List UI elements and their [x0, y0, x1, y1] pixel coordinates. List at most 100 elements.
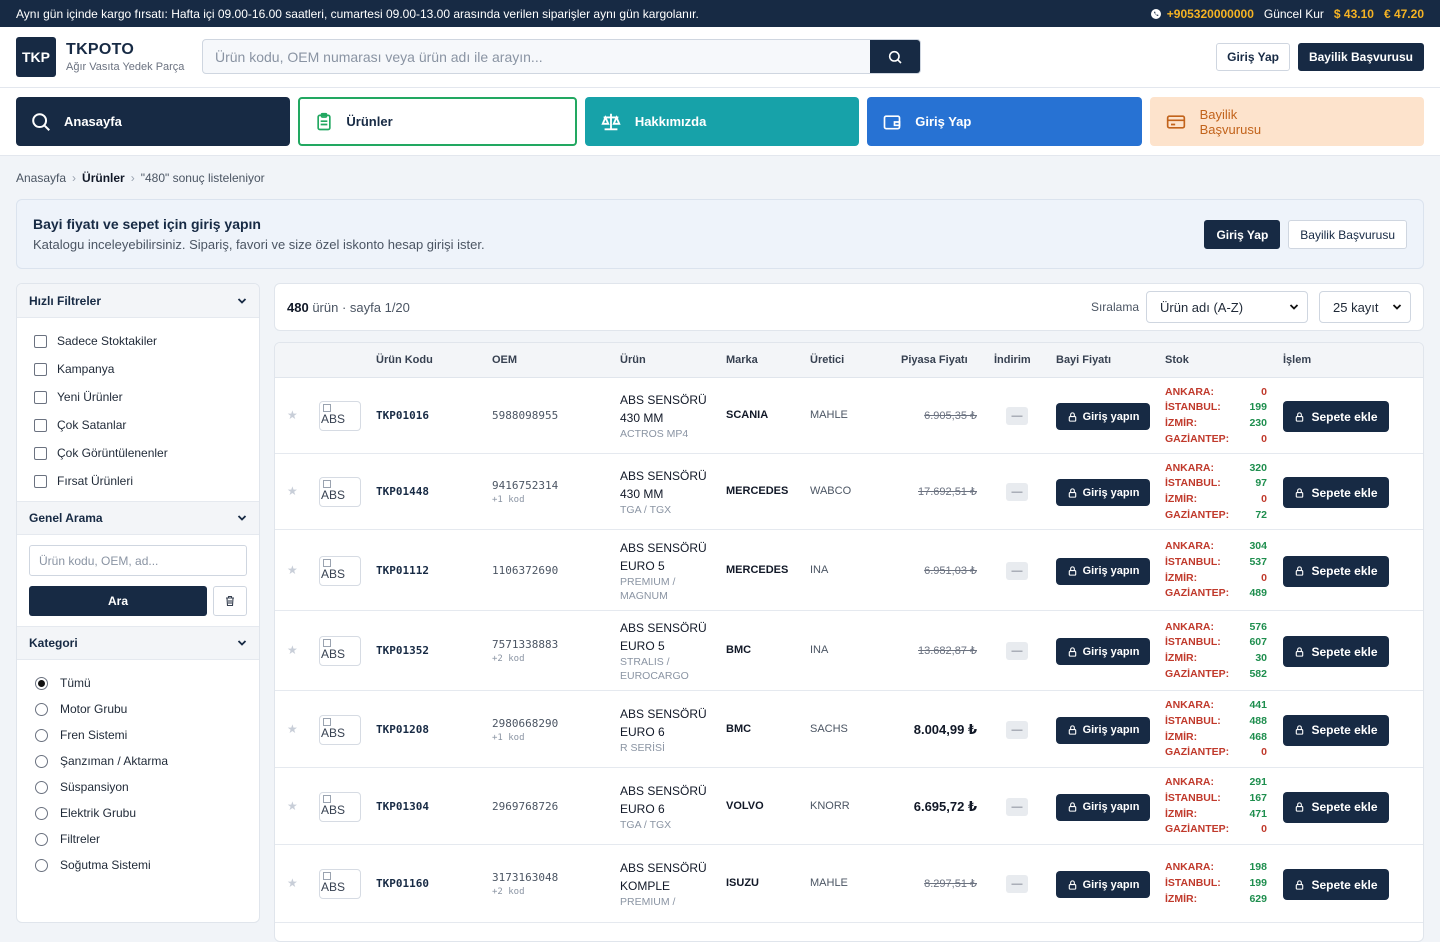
- nav-products[interactable]: Ürünler: [298, 97, 577, 146]
- product-name[interactable]: ABS SENSÖRÜ EURO 6 R SERİSİ: [620, 705, 715, 755]
- banner-dealer-button[interactable]: Bayilik Başvurusu: [1288, 220, 1407, 249]
- nav-dealer[interactable]: Bayilik Başvurusu: [1149, 97, 1425, 146]
- nav-about[interactable]: Hakkımızda: [584, 97, 860, 146]
- product-image[interactable]: ABS: [319, 869, 361, 899]
- category-option[interactable]: Elektrik Grubu: [17, 800, 259, 826]
- category-option[interactable]: Şanzıman / Aktarma: [17, 748, 259, 774]
- quick-filter-option[interactable]: Kampanya: [17, 355, 259, 383]
- category-label: Süspansiyon: [60, 780, 129, 794]
- sidebar-search-button[interactable]: Ara: [29, 586, 207, 616]
- add-to-cart-button[interactable]: Sepete ekle: [1283, 714, 1389, 746]
- checkbox[interactable]: [34, 362, 47, 376]
- quick-filter-option[interactable]: Çok Satanlar: [17, 411, 259, 439]
- product-name[interactable]: ABS SENSÖRÜ 430 MM ACTROS MP4: [620, 391, 715, 441]
- product-code[interactable]: TKP01352: [376, 644, 429, 657]
- header-login-button[interactable]: Giriş Yap: [1216, 43, 1290, 71]
- nav-home[interactable]: Anasayfa: [16, 97, 291, 146]
- category-label: Soğutma Sistemi: [60, 858, 151, 872]
- product-code[interactable]: TKP01112: [376, 564, 429, 577]
- dealer-price-login-button[interactable]: Giriş yapın: [1056, 638, 1150, 665]
- breadcrumb-home[interactable]: Anasayfa: [16, 171, 66, 185]
- breadcrumb-current[interactable]: Ürünler: [82, 171, 125, 185]
- product-code[interactable]: TKP01304: [376, 800, 429, 813]
- dealer-price-login-button[interactable]: Giriş yapın: [1056, 871, 1150, 898]
- category-option[interactable]: Tümü: [17, 670, 259, 696]
- checkbox[interactable]: [34, 390, 47, 404]
- favorite-star-icon[interactable]: ★: [287, 643, 298, 657]
- checkbox[interactable]: [34, 446, 47, 460]
- header-search-input[interactable]: [203, 40, 870, 73]
- clear-search-button[interactable]: [213, 586, 247, 616]
- radio-button[interactable]: [35, 754, 48, 768]
- radio-button[interactable]: [35, 676, 48, 690]
- radio-button[interactable]: [35, 858, 48, 872]
- dealer-price-login-button[interactable]: Giriş yapın: [1056, 479, 1150, 506]
- radio-button[interactable]: [35, 832, 48, 846]
- product-code[interactable]: TKP01160: [376, 877, 429, 890]
- radio-button[interactable]: [35, 702, 48, 716]
- product-image[interactable]: ABS: [319, 714, 361, 745]
- add-to-cart-button[interactable]: Sepete ekle: [1283, 401, 1389, 432]
- favorite-star-icon[interactable]: ★: [287, 876, 298, 890]
- product-name[interactable]: ABS SENSÖRÜ EURO 5 PREMIUM / MAGNUM: [620, 539, 715, 603]
- product-name[interactable]: ABS SENSÖRÜ EURO 6 TGA / TGX: [620, 782, 715, 832]
- brand[interactable]: TKPOTO Ağır Vasıta Yedek Parça: [66, 41, 202, 73]
- product-image[interactable]: ABS: [319, 636, 361, 666]
- add-to-cart-button[interactable]: Sepete ekle: [1283, 636, 1389, 667]
- product-image[interactable]: ABS: [319, 401, 361, 431]
- product-code[interactable]: TKP01016: [376, 409, 429, 422]
- sidebar-search-input[interactable]: Ürün kodu, OEM, ad...: [29, 545, 247, 576]
- product-code[interactable]: TKP01208: [376, 723, 429, 736]
- product-image[interactable]: ABS: [319, 791, 361, 822]
- lock-icon: [1068, 802, 1076, 812]
- quick-filter-option[interactable]: Yeni Ürünler: [17, 383, 259, 411]
- add-to-cart-button[interactable]: Sepete ekle: [1283, 555, 1389, 587]
- dealer-price-login-button[interactable]: Giriş yapın: [1056, 557, 1150, 585]
- sort-select[interactable]: Ürün adı (A-Z): [1146, 291, 1308, 323]
- favorite-star-icon[interactable]: ★: [287, 484, 298, 498]
- product-name[interactable]: ABS SENSÖRÜ KOMPLE PREMIUM /: [620, 859, 715, 909]
- header-search-button[interactable]: [870, 40, 920, 73]
- category-option[interactable]: Filtreler: [17, 826, 259, 852]
- category-option[interactable]: Motor Grubu: [17, 696, 259, 722]
- per-page-select[interactable]: 25 kayıt: [1319, 291, 1411, 323]
- nav-login[interactable]: Giriş Yap: [867, 97, 1142, 146]
- product-code[interactable]: TKP01448: [376, 485, 429, 498]
- product-image[interactable]: ABS: [319, 555, 361, 586]
- product-name[interactable]: ABS SENSÖRÜ 430 MM TGA / TGX: [620, 467, 715, 517]
- add-to-cart-button[interactable]: Sepete ekle: [1283, 869, 1389, 900]
- category-option[interactable]: Soğutma Sistemi: [17, 852, 259, 878]
- favorite-star-icon[interactable]: ★: [287, 722, 298, 736]
- stock-city: ANKARA:: [1165, 776, 1214, 789]
- general-search-header[interactable]: Genel Arama: [17, 501, 259, 535]
- quick-filter-option[interactable]: Fırsat Ürünleri: [17, 467, 259, 495]
- checkbox[interactable]: [34, 418, 47, 432]
- quick-filter-option[interactable]: Sadece Stoktakiler: [17, 327, 259, 355]
- stock-city: İZMİR:: [1165, 807, 1198, 820]
- radio-button[interactable]: [35, 728, 48, 742]
- banner-login-button[interactable]: Giriş Yap: [1204, 220, 1281, 249]
- favorite-star-icon[interactable]: ★: [287, 563, 298, 577]
- radio-button[interactable]: [35, 780, 48, 794]
- checkbox[interactable]: [34, 474, 47, 488]
- header-dealer-button[interactable]: Bayilik Başvurusu: [1297, 43, 1424, 71]
- category-option[interactable]: Süspansiyon: [17, 774, 259, 800]
- dealer-price-login-button[interactable]: Giriş yapın: [1056, 403, 1150, 430]
- radio-button[interactable]: [35, 806, 48, 820]
- checkbox[interactable]: [34, 334, 47, 348]
- category-option[interactable]: Fren Sistemi: [17, 722, 259, 748]
- favorite-star-icon[interactable]: ★: [287, 408, 298, 422]
- favorite-star-icon[interactable]: ★: [287, 799, 298, 813]
- logo[interactable]: TKP: [16, 37, 56, 77]
- category-header[interactable]: Kategori: [17, 626, 259, 660]
- product-name[interactable]: ABS SENSÖRÜ EURO 5 STRALIS / EUROCARGO: [620, 619, 715, 683]
- quick-filter-option[interactable]: Çok Görüntülenenler: [17, 439, 259, 467]
- dealer-price-login-button[interactable]: Giriş yapın: [1056, 716, 1150, 744]
- quick-filters-header[interactable]: Hızlı Filtreler: [17, 284, 259, 318]
- dealer-price-login-button[interactable]: Giriş yapın: [1056, 793, 1150, 821]
- add-to-cart-button[interactable]: Sepete ekle: [1283, 791, 1389, 823]
- whatsapp-link[interactable]: +905320000000: [1150, 7, 1254, 21]
- add-to-cart-button[interactable]: Sepete ekle: [1283, 477, 1389, 508]
- product-image[interactable]: ABS: [319, 477, 361, 507]
- oem-number: 7571338883 +2 kod: [492, 638, 558, 664]
